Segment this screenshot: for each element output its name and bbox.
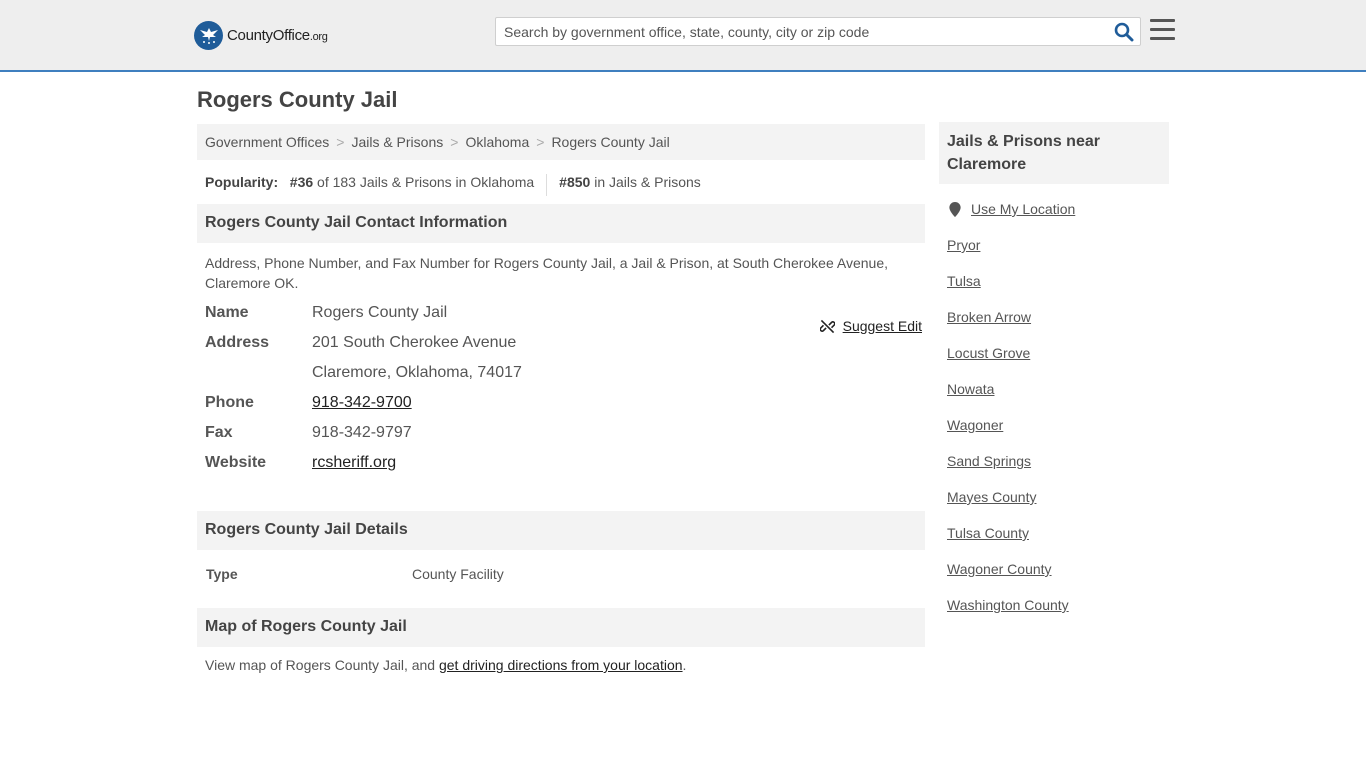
fax-label: Fax [205,424,233,441]
contact-info: Suggest Edit Name Rogers County Jail Add… [197,304,925,511]
name-row: Name Rogers County Jail [205,298,447,328]
search-bar [495,17,1141,46]
map-heading: Map of Rogers County Jail [197,608,925,647]
phone-label: Phone [205,394,254,411]
menu-bar [1150,28,1175,31]
logo-tld: .org [309,30,328,43]
popularity: Popularity: #36 of 183 Jails & Prisons i… [197,160,925,204]
search-icon[interactable] [1114,22,1134,42]
state-rank: #36 [289,174,314,190]
sidebar-link[interactable]: Mayes County [947,489,1036,505]
logo-text: CountyOffice.org [227,27,328,44]
map-text-end: . [682,657,687,673]
sidebar-link[interactable]: Wagoner [947,417,1003,433]
sidebar-item-broken-arrow: Broken Arrow [939,309,1169,345]
name-value: Rogers County Jail [312,304,448,321]
search-input[interactable] [496,18,1106,45]
breadcrumb-jails-prisons[interactable]: Jails & Prisons [351,134,443,150]
popularity-label: Popularity: [205,174,279,190]
address-line2: Claremore, Oklahoma, 74017 [312,364,522,381]
popularity-state: Popularity: #36 of 183 Jails & Prisons i… [205,174,548,196]
sidebar-heading: Jails & Prisons near Claremore [939,122,1169,184]
fax-value: 918-342-9797 [312,424,412,441]
map-text: View map of Rogers County Jail, and [205,657,439,673]
website-row: Website rcsheriff.org [205,448,396,478]
phone-link[interactable]: 918-342-9700 [312,394,412,411]
national-rank-text: in Jails & Prisons [594,174,701,190]
hamburger-menu-icon[interactable] [1150,19,1175,41]
breadcrumb: Government Offices > Jails & Prisons > Oklah… [197,124,925,160]
main-content: Government Offices > Jails & Prisons > Oklah… [197,124,925,673]
address-line1: 201 South Cherokee Avenue [312,334,517,351]
sidebar-item-tulsa: Tulsa [939,273,1169,309]
details-heading: Rogers County Jail Details [197,511,925,550]
breadcrumb-government-offices[interactable]: Government Offices [205,134,329,150]
use-my-location-link[interactable]: Use My Location [971,201,1075,217]
sidebar-link[interactable]: Wagoner County [947,561,1052,577]
phone-row: Phone 918-342-9700 [205,388,412,418]
page-title: Rogers County Jail [197,87,398,112]
unlink-icon [819,319,835,333]
sidebar-item-mayes-county: Mayes County [939,489,1169,525]
menu-bar [1150,19,1175,22]
sidebar-item-wagoner: Wagoner [939,417,1169,453]
contact-heading: Rogers County Jail Contact Information [197,204,925,243]
website-link[interactable]: rcsheriff.org [312,454,396,471]
sidebar-link[interactable]: Washington County [947,597,1069,613]
breadcrumb-separator: > [450,134,459,150]
driving-directions-link[interactable]: get driving directions from your locatio… [439,657,683,673]
fax-row: Fax 918-342-9797 [205,418,412,448]
sidebar-link[interactable]: Tulsa [947,273,981,289]
site-header: CountyOffice.org [0,0,1366,72]
eagle-seal-icon [194,20,223,50]
state-rank-text: of 183 Jails & Prisons in Oklahoma [317,174,535,190]
sidebar-item-washington-county: Washington County [939,597,1169,633]
sidebar-item-pryor: Pryor [939,237,1169,273]
address-row-2: Claremore, Oklahoma, 74017 [205,358,522,388]
sidebar-link[interactable]: Sand Springs [947,453,1031,469]
type-value: County Facility [412,566,504,582]
sidebar-item-tulsa-county: Tulsa County [939,525,1169,561]
national-rank: #850 [559,174,591,190]
nearby-list: Use My Location Pryor Tulsa Broken Arrow… [939,184,1169,633]
menu-bar [1150,37,1175,40]
logo-main: CountyOffice [227,26,310,44]
website-label: Website [205,454,267,471]
type-label: Type [206,566,238,582]
sidebar-link[interactable]: Tulsa County [947,525,1029,541]
sidebar: Jails & Prisons near Claremore Use My Lo… [939,122,1169,633]
popularity-national: #850 in Jails & Prisons [547,174,701,204]
breadcrumb-current: Rogers County Jail [551,134,670,150]
sidebar-item-wagoner-county: Wagoner County [939,561,1169,597]
map-description: View map of Rogers County Jail, and get … [197,647,925,673]
map-pin-icon [949,202,961,217]
sidebar-link[interactable]: Pryor [947,237,980,253]
sidebar-link[interactable]: Nowata [947,381,994,397]
name-label: Name [205,304,249,321]
suggest-edit: Suggest Edit [819,311,922,341]
sidebar-item-locust-grove: Locust Grove [939,345,1169,381]
sidebar-link[interactable]: Broken Arrow [947,309,1031,325]
breadcrumb-oklahoma[interactable]: Oklahoma [465,134,529,150]
use-my-location: Use My Location [939,201,1169,237]
details-type-row: Type County Facility [197,550,925,608]
breadcrumb-separator: > [536,134,545,150]
address-row: Address 201 South Cherokee Avenue [205,328,516,358]
suggest-edit-link[interactable]: Suggest Edit [843,318,922,334]
site-logo[interactable]: CountyOffice.org [194,20,328,50]
sidebar-item-nowata: Nowata [939,381,1169,417]
address-label: Address [205,334,270,351]
sidebar-item-sand-springs: Sand Springs [939,453,1169,489]
breadcrumb-separator: > [336,134,345,150]
sidebar-link[interactable]: Locust Grove [947,345,1030,361]
